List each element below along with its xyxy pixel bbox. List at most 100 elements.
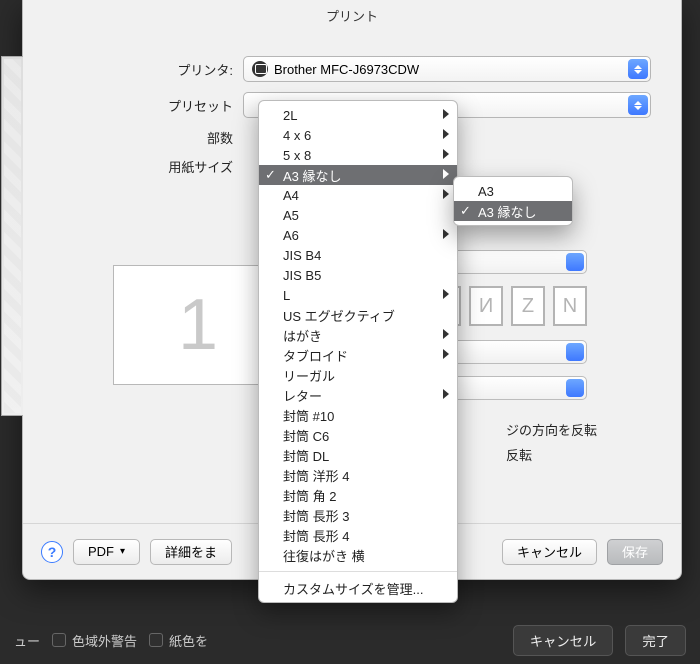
cancel-button[interactable]: キャンセル [502,539,597,565]
paper-menu-item[interactable]: 封筒 長形 3 [259,505,457,525]
updown-icon [628,59,648,79]
printer-select[interactable]: Brother MFC-J6973CDW [243,56,651,82]
bg-check-gamut-label: 色域外警告 [72,631,137,650]
paper-menu-item-label: 封筒 長形 4 [283,526,349,545]
paper-menu-item-label: 封筒 洋形 4 [283,466,349,485]
paper-menu-item[interactable]: 封筒 長形 4 [259,525,457,545]
orientation-icon: N [555,288,585,324]
side-text-line1: ジの方向を反転 [506,420,597,439]
side-text-line2: 反転 [506,445,597,464]
help-button[interactable]: ? [41,541,63,563]
paper-menu-item-label: A5 [283,208,299,223]
check-icon: ✓ [460,203,471,219]
submenu-arrow-icon [443,289,449,299]
paper-menu-item[interactable]: JIS B4 [259,245,457,265]
bg-done-button[interactable]: 完了 [625,625,686,656]
printer-label: プリンタ: [23,60,233,79]
paper-menu-item[interactable]: A4 [259,185,457,205]
printer-value: Brother MFC-J6973CDW [274,62,419,77]
submenu-arrow-icon [443,149,449,159]
paper-menu-item-label: 2L [283,108,297,123]
manage-custom-sizes-label: カスタムサイズを管理... [283,579,423,598]
paper-menu-item-label: レター [283,386,322,405]
paper-submenu-item[interactable]: ✓A3 縁なし [454,201,572,221]
paper-menu-item[interactable]: 封筒 DL [259,445,457,465]
submenu-arrow-icon [443,109,449,119]
paper-menu-item-label: A3 縁なし [283,166,342,185]
checkbox-icon [149,633,163,647]
paper-menu-item-label: リーガル [283,366,335,385]
paper-menu-item[interactable]: JIS B5 [259,265,457,285]
paper-menu-item[interactable]: 封筒 洋形 4 [259,465,457,485]
paper-size-submenu[interactable]: A3 ✓A3 縁なし [453,176,573,226]
bg-bottom-bar: ュー 色域外警告 紙色を キャンセル 完了 [0,616,700,664]
bg-check-paper[interactable]: 紙色を [149,631,208,650]
orientation-option[interactable]: Z [511,286,545,326]
save-button[interactable]: 保存 [607,539,663,565]
paper-menu-item-label: L [283,288,290,303]
paper-submenu-item[interactable]: A3 [454,181,572,201]
submenu-arrow-icon [443,129,449,139]
paper-menu-item[interactable]: 封筒 C6 [259,425,457,445]
bg-cancel-button[interactable]: キャンセル [513,625,614,656]
updown-icon [628,95,648,115]
bg-check-paper-label: 紙色を [169,631,208,650]
paper-menu-item[interactable]: 2L [259,105,457,125]
submenu-arrow-icon [443,189,449,199]
paper-menu-item[interactable]: 封筒 #10 [259,405,457,425]
paper-menu-item[interactable]: US エグゼクティブ [259,305,457,325]
paper-menu-item[interactable]: 5 x 8 [259,145,457,165]
checkbox-icon [52,633,66,647]
paper-menu-item[interactable]: ✓ A3 縁なし [259,165,457,185]
paper-menu-item[interactable]: A5 [259,205,457,225]
sheet-title: プリント [23,6,681,25]
submenu-arrow-icon [443,169,449,179]
paper-submenu-item-label: A3 [478,184,494,199]
bg-label-view: ュー [14,631,40,650]
paper-menu-item-label: A4 [283,188,299,203]
paper-size-menu[interactable]: 2L 4 x 6 5 x 8 ✓ A3 縁なし A4 A5 A6 JIS B4 JIS B5 L US… [258,100,458,603]
details-button[interactable]: 詳細をま [150,539,232,565]
print-sheet: プリント I6 プリンタ: Brother MFC-J6973CDW プリセット… [22,0,682,580]
paper-menu-item-label: JIS B4 [283,248,321,263]
submenu-arrow-icon [443,229,449,239]
paper-size-label: 用紙サイズ [23,157,233,176]
paper-menu-item[interactable]: はがき [259,325,457,345]
check-icon: ✓ [265,167,276,183]
left-document-strip [1,56,23,416]
bg-check-gamut[interactable]: 色域外警告 [52,631,137,650]
paper-menu-item-label: 封筒 #10 [283,406,334,425]
paper-menu-item-label: JIS B5 [283,268,321,283]
messenger-icon [252,61,268,77]
preset-label: プリセット [23,96,233,115]
paper-menu-item-label: 封筒 長形 3 [283,506,349,525]
paper-menu-item-label: 4 x 6 [283,128,311,143]
paper-menu-item-label: 5 x 8 [283,148,311,163]
pdf-button-label: PDF [88,544,114,559]
paper-menu-item[interactable]: リーガル [259,365,457,385]
submenu-arrow-icon [443,329,449,339]
paper-menu-item-label: タブロイド [283,346,348,365]
paper-menu-item-label: はがき [283,326,322,345]
orientation-icon: И [471,288,501,324]
manage-custom-sizes[interactable]: カスタムサイズを管理... [259,578,457,598]
orientation-icon: Z [513,288,543,324]
preview-page-number: 1 [178,284,218,366]
paper-menu-item[interactable]: 4 x 6 [259,125,457,145]
paper-menu-item-label: A6 [283,228,299,243]
paper-menu-item[interactable]: タブロイド [259,345,457,365]
paper-menu-item-label: 封筒 DL [283,446,329,465]
paper-menu-item[interactable]: L [259,285,457,305]
paper-menu-item[interactable]: 往復はがき 横 [259,545,457,565]
orientation-option[interactable]: И [469,286,503,326]
paper-menu-item-label: 往復はがき 横 [283,546,365,565]
menu-separator [259,571,457,572]
paper-menu-item[interactable]: レター [259,385,457,405]
paper-menu-item[interactable]: A6 [259,225,457,245]
paper-menu-item[interactable]: 封筒 角 2 [259,485,457,505]
pdf-button[interactable]: PDF ▾ [73,539,140,565]
paper-menu-item-label: 封筒 角 2 [283,486,336,505]
paper-menu-item-label: 封筒 C6 [283,426,329,445]
submenu-arrow-icon [443,389,449,399]
orientation-option[interactable]: N [553,286,587,326]
